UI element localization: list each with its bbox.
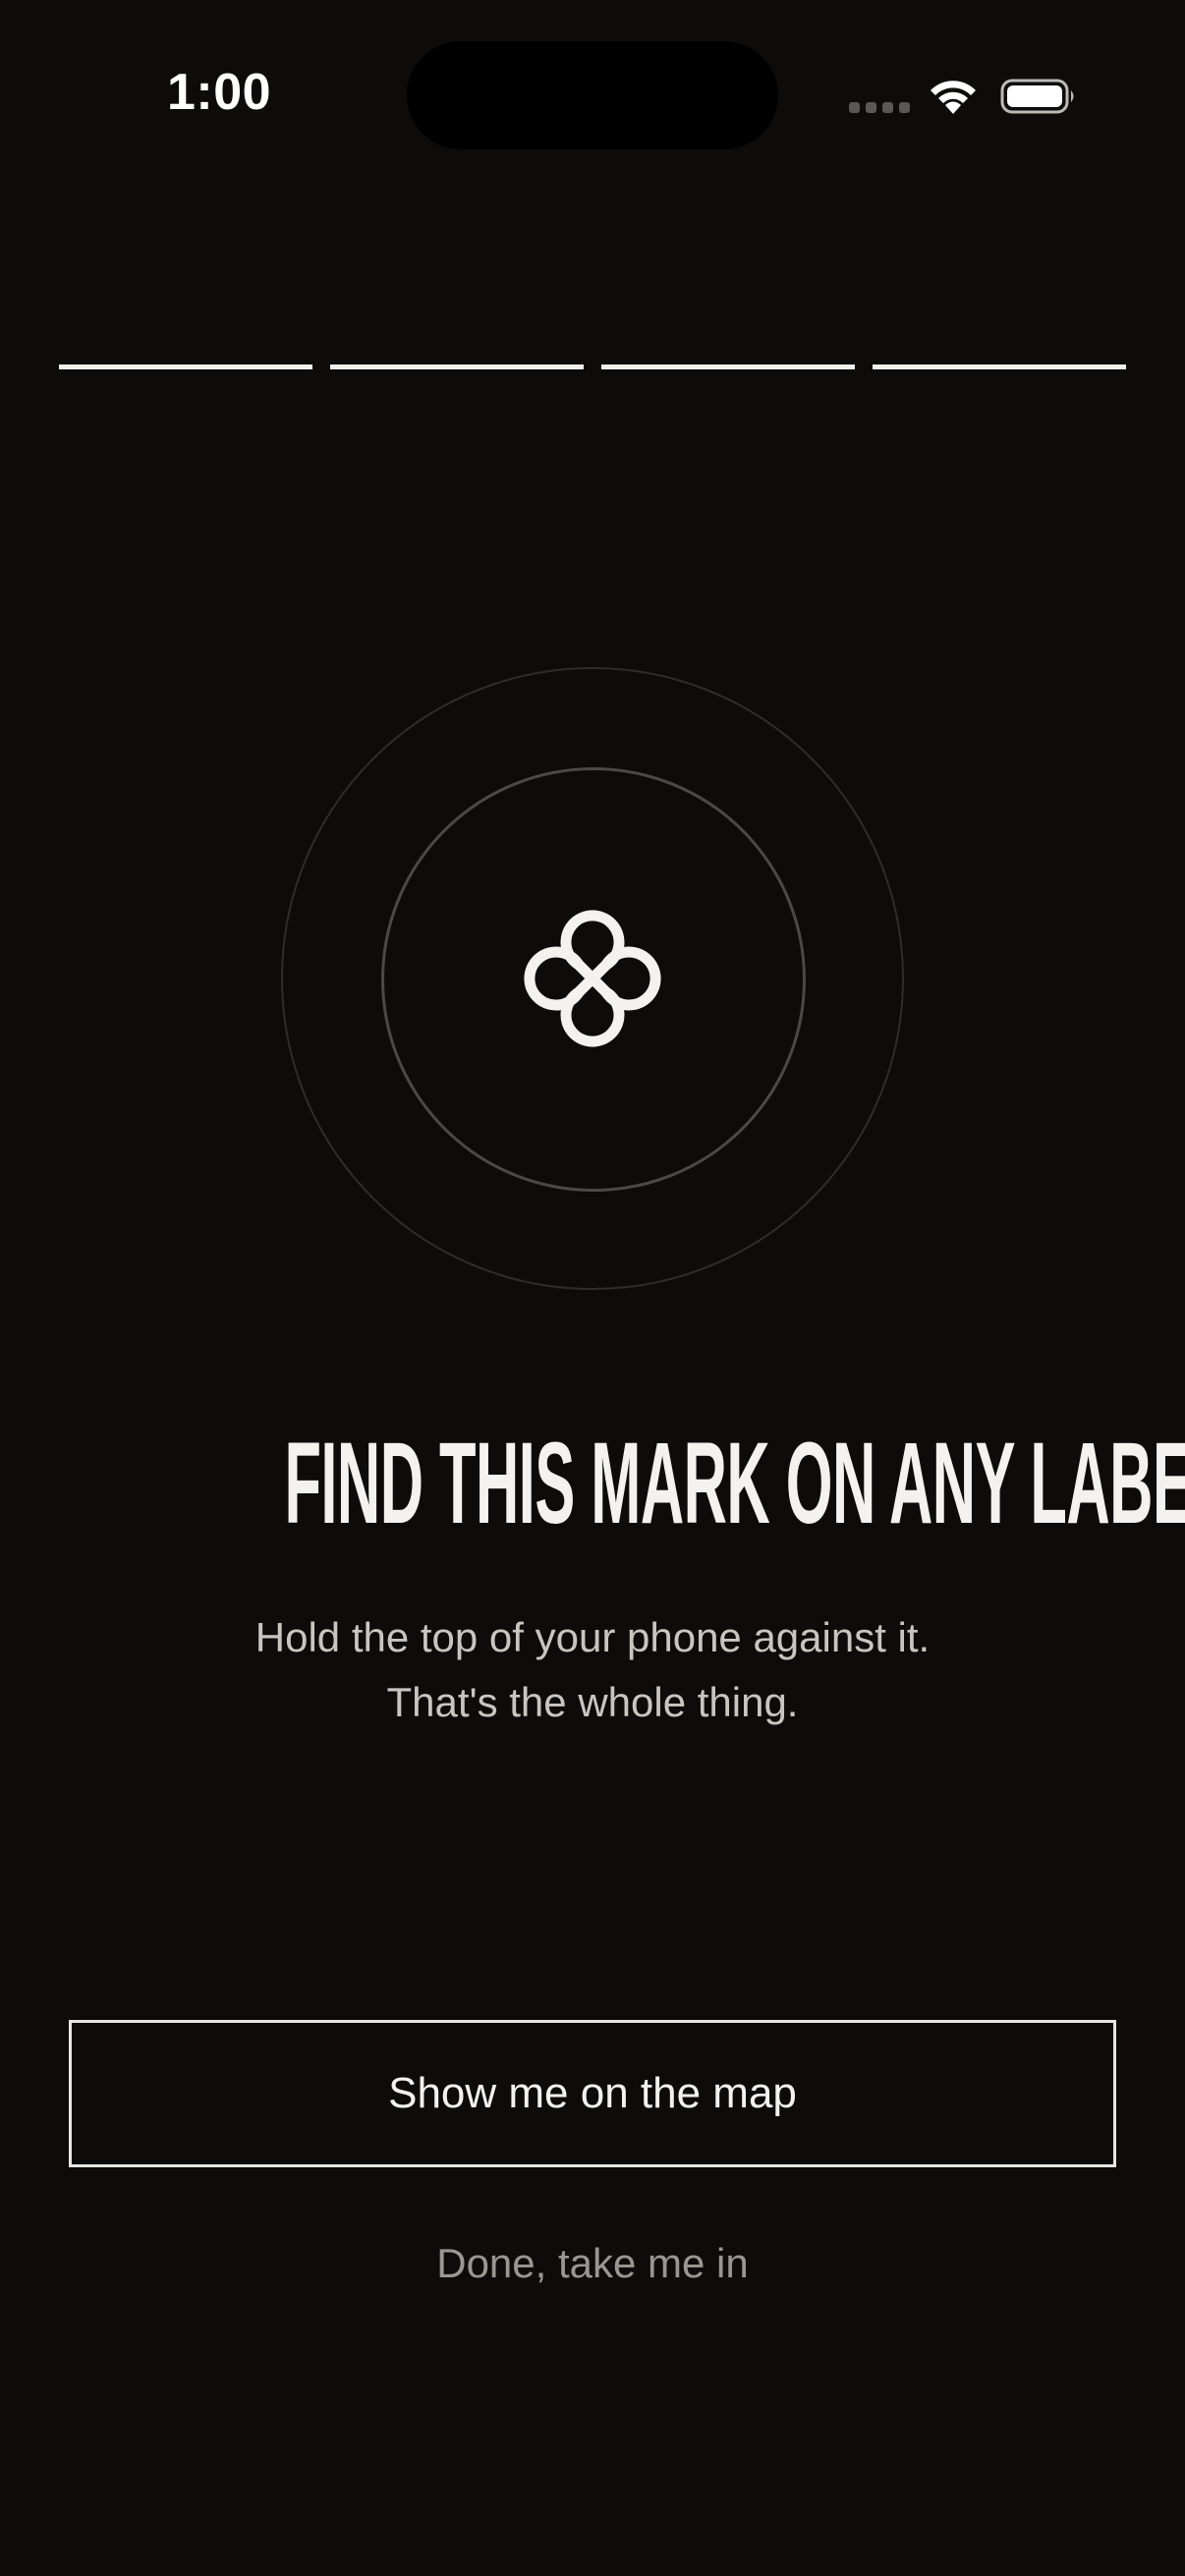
show-on-map-button[interactable]: Show me on the map: [69, 2020, 1116, 2167]
mark-illustration: [281, 667, 904, 1290]
progress-segment: [330, 364, 584, 369]
battery-icon: [1000, 79, 1074, 114]
headline: FIND THIS MARK ON ANY LABEL: [284, 1419, 1185, 1548]
progress-segment: [59, 364, 312, 369]
status-time: 1:00: [167, 64, 272, 121]
instruction-text: Hold the top of your phone against it. T…: [0, 1605, 1185, 1735]
loop-cross-mark-icon: [524, 910, 661, 1047]
instruction-line-1: Hold the top of your phone against it.: [254, 1614, 931, 1660]
wifi-icon: [931, 81, 976, 114]
onboarding-progress: [59, 364, 1126, 369]
instruction-line-2: That's the whole thing.: [386, 1679, 799, 1725]
cellular-signal-icon: [849, 102, 910, 113]
dynamic-island: [407, 41, 778, 149]
onboarding-screen: 1:00 FIND THIS MARK ON ANY LABEL Hold th…: [0, 0, 1185, 2576]
done-take-me-in-link[interactable]: Done, take me in: [0, 2240, 1185, 2287]
progress-segment: [601, 364, 855, 369]
progress-segment: [873, 364, 1126, 369]
